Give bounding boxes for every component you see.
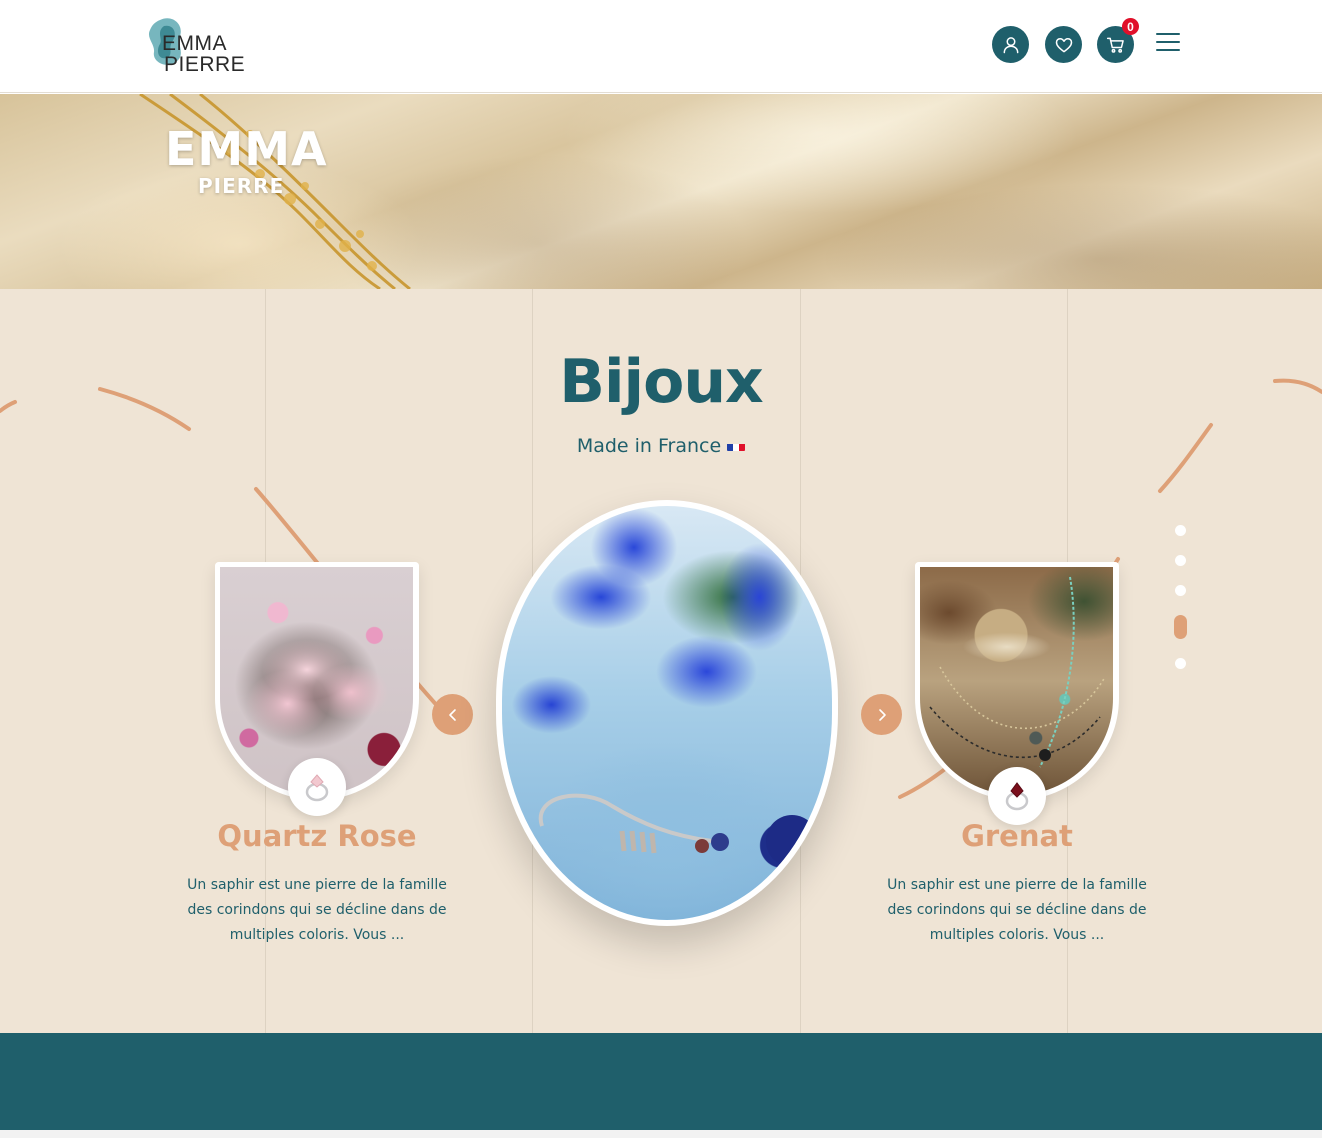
heart-icon: [1055, 37, 1072, 52]
hero-banner: EMMA PIERRE: [0, 94, 1322, 289]
footer-band: [0, 1033, 1322, 1130]
chevron-right-icon: [878, 708, 886, 721]
section-subtitle: Made in France: [0, 435, 1322, 457]
france-flag-icon: [727, 439, 746, 451]
cart-button[interactable]: 0: [1097, 18, 1139, 63]
cart-icon: [1106, 37, 1124, 53]
hero-subtitle: PIERRE: [198, 174, 285, 198]
footer-bottom-strip: [0, 1130, 1322, 1138]
carousel-prev-button[interactable]: [432, 694, 473, 735]
grenat-image: [920, 567, 1113, 795]
section-subtitle-text: Made in France: [576, 435, 722, 457]
product-card-right-description: Un saphir est une pierre de la famille d…: [887, 877, 1147, 943]
logo-text-line2: PIERRE: [164, 53, 246, 76]
pagination-dot[interactable]: [1175, 555, 1186, 566]
chevron-left-icon: [448, 708, 456, 721]
product-card-right-image-frame[interactable]: [915, 562, 1119, 800]
site-header: EMMA PIERRE 0: [0, 0, 1322, 93]
bijoux-section: Bijoux Made in France Quartz Rose Un sap…: [0, 289, 1322, 1033]
ring-icon: [988, 767, 1046, 825]
carousel-next-button[interactable]: [861, 694, 902, 735]
section-title: Bijoux: [559, 347, 764, 417]
product-card-center-image-frame[interactable]: [496, 500, 838, 926]
pagination-dot[interactable]: [1175, 525, 1186, 536]
blue-earring-image: [502, 506, 832, 920]
product-card-left-title[interactable]: Quartz Rose: [167, 819, 467, 853]
hamburger-menu-icon[interactable]: [1156, 33, 1180, 55]
wishlist-button[interactable]: [1045, 26, 1082, 63]
product-card-right-title[interactable]: Grenat: [867, 819, 1167, 853]
pagination-dot[interactable]: [1175, 658, 1186, 669]
site-logo[interactable]: EMMA PIERRE: [144, 14, 245, 76]
pagination-dot[interactable]: [1175, 585, 1186, 596]
product-card-left-description: Un saphir est une pierre de la famille d…: [187, 877, 447, 943]
necklace-drawing-icon: [929, 576, 1106, 768]
cart-count-badge: 0: [1122, 18, 1139, 35]
user-icon: [1003, 36, 1018, 53]
earring-hook-icon: [538, 793, 818, 867]
ring-icon: [288, 758, 346, 816]
account-button[interactable]: [992, 26, 1029, 63]
pagination-dot-active[interactable]: [1174, 615, 1187, 639]
hero-title: EMMA: [165, 122, 328, 176]
